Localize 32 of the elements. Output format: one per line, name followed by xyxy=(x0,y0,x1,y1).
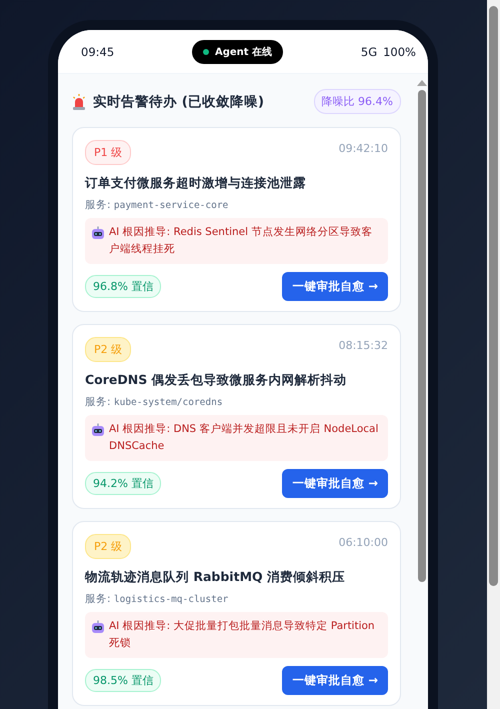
alert-title: 订单支付微服务超时激增与连接池泄露 xyxy=(85,175,307,192)
network-label: 5G xyxy=(360,44,378,58)
robot-icon xyxy=(91,226,105,240)
confidence-badge: 94.2% 置信 xyxy=(85,472,162,495)
approve-heal-button[interactable]: 一键审批自愈 → xyxy=(282,272,388,301)
approve-heal-button[interactable]: 一键审批自愈 → xyxy=(282,469,388,498)
root-cause-text: AI 根因推导: DNS 客户端并发超限且未开启 NodeLocal DNSCache xyxy=(109,422,380,454)
agent-status-pill: Agent 在线 xyxy=(192,40,284,64)
root-cause-text: AI 根因推导: Redis Sentinel 节点发生网络分区导致客户端线程挂死 xyxy=(109,225,374,257)
robot-icon xyxy=(91,423,105,437)
robot-icon xyxy=(91,620,105,634)
alert-title: 物流轨迹消息队列 RabbitMQ 消费倾斜积压 xyxy=(85,569,346,586)
noise-ratio-badge: 降噪比 96.4% xyxy=(314,89,401,114)
section-title: 实时告警待办 (已收敛降噪) xyxy=(93,92,264,110)
clock-time: 09:45 xyxy=(81,44,114,58)
alert-time: 08:15:32 xyxy=(338,339,388,352)
priority-badge: P2 级 xyxy=(85,534,132,559)
service-line: 服务: payment-service-core xyxy=(85,198,230,212)
confidence-badge: 96.8% 置信 xyxy=(85,275,162,298)
root-cause-text: AI 根因推导: 大促批量打包批量消息导致特定 Partition 死锁 xyxy=(109,619,376,651)
priority-badge: P2 级 xyxy=(85,337,132,362)
battery-label: 100% xyxy=(383,44,416,58)
page-scrollbar[interactable] xyxy=(487,0,500,709)
confidence-badge: 98.5% 置信 xyxy=(85,669,162,692)
siren-icon xyxy=(72,94,86,110)
service-line: 服务: logistics-mq-cluster xyxy=(85,592,230,606)
service-line: 服务: kube-system/coredns xyxy=(85,395,224,409)
alert-title: CoreDNS 偶发丢包导致微服务内网解析抖动 xyxy=(85,372,348,389)
priority-badge: P1 级 xyxy=(85,140,132,165)
approve-heal-button[interactable]: 一键审批自愈 → xyxy=(282,666,388,695)
alert-time: 06:10:00 xyxy=(338,536,388,549)
alert-time: 09:42:10 xyxy=(338,142,388,155)
